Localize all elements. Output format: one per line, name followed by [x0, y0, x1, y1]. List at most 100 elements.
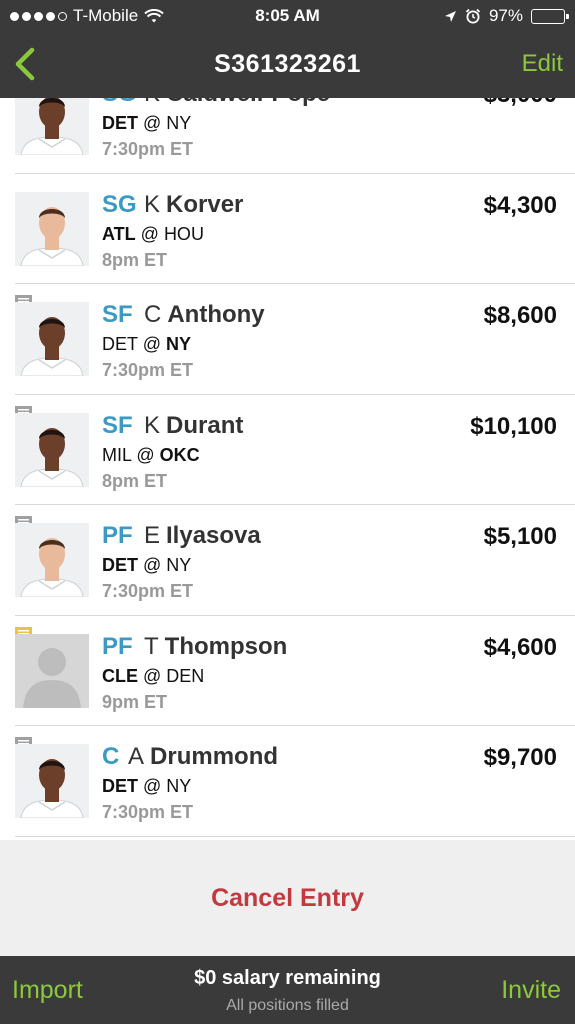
player-salary: $10,100 — [470, 412, 557, 440]
away-team: MIL — [102, 444, 132, 465]
player-name[interactable]: C Anthony — [144, 301, 265, 329]
player-last-name: Caldwell-Pope — [166, 98, 330, 107]
player-name[interactable]: A Drummond — [128, 743, 278, 771]
player-position: SF — [102, 301, 133, 328]
game-time: 8pm ET — [102, 249, 168, 270]
game-time: 9pm ET — [102, 691, 168, 712]
home-team: NY — [166, 776, 192, 796]
home-team: OKC — [159, 444, 200, 465]
player-first-initial: A — [128, 743, 145, 770]
matchup-at: @ — [138, 665, 167, 686]
player-name[interactable]: K Caldwell-Pope — [144, 98, 330, 108]
player-headshot — [15, 302, 89, 376]
battery-icon — [531, 8, 569, 24]
cancel-area: Cancel Entry — [0, 840, 575, 956]
positions-status: All positions filled — [226, 997, 349, 1014]
player-row[interactable]: SG K Korver ATL @ HOU 8pm ET $4,300 — [15, 174, 575, 284]
status-bar: T-Mobile 8:05 AM 97% — [0, 0, 575, 32]
player-salary: $4,600 — [483, 633, 557, 661]
player-matchup: ATL @ HOU — [102, 224, 204, 245]
player-headshot — [15, 523, 89, 597]
away-team: ATL — [102, 223, 136, 244]
player-first-initial: E — [144, 522, 161, 549]
player-name[interactable]: K Korver — [144, 191, 243, 219]
player-row[interactable]: PF E Ilyasova DET @ NY 7:30pm ET $5,100 — [15, 505, 575, 616]
player-position: SF — [102, 411, 133, 439]
salary-remaining: $0 salary remaining — [194, 967, 381, 989]
matchup-at: @ — [135, 223, 164, 244]
player-position: SG — [102, 98, 137, 108]
player-position: PF — [102, 632, 133, 660]
matchup-at: @ — [138, 555, 167, 575]
matchup-at: @ — [131, 444, 160, 465]
player-first-initial: K — [144, 98, 160, 107]
player-position: SG — [102, 190, 137, 218]
game-time: 7:30pm ET — [102, 802, 194, 822]
player-matchup: MIL @ OKC — [102, 445, 200, 466]
home-team: NY — [166, 555, 192, 575]
home-team: NY — [165, 334, 191, 354]
player-salary: $8,600 — [483, 302, 557, 329]
matchup-at: @ — [137, 334, 166, 354]
invite-button[interactable]: Invite — [501, 976, 561, 1005]
away-team: DET — [102, 334, 138, 354]
player-name[interactable]: E Ilyasova — [144, 522, 261, 550]
player-headshot — [15, 191, 89, 266]
player-first-initial: C — [144, 301, 162, 328]
player-salary: $4,300 — [483, 191, 557, 219]
game-time: 8pm ET — [102, 470, 168, 491]
home-team: HOU — [163, 223, 204, 244]
player-last-name: Ilyasova — [166, 522, 261, 549]
player-position: PF — [102, 522, 133, 549]
matchup-at: @ — [138, 776, 167, 796]
player-headshot — [15, 98, 89, 155]
location-arrow-icon — [444, 10, 456, 22]
bottom-bar: Import $0 salary remaining All positions… — [0, 956, 575, 1024]
player-name[interactable]: K Durant — [144, 412, 243, 440]
battery-percent: 97% — [488, 6, 523, 25]
player-salary: $3,000 — [484, 98, 557, 109]
player-headshot — [15, 744, 89, 818]
cancel-entry-button[interactable]: Cancel Entry — [0, 884, 575, 913]
player-position: C — [102, 743, 120, 770]
player-salary: $9,700 — [483, 744, 557, 771]
player-row[interactable]: C A Drummond DET @ NY 7:30pm ET $9,700 — [15, 726, 575, 837]
lineup-rows: SGKCaldwell-PopeDET @ NY7:30pm ET$3,000S… — [0, 98, 575, 837]
player-row[interactable]: SF C Anthony DET @ NY 7:30pm ET $8,600 — [15, 284, 575, 395]
player-row[interactable]: SF K Durant MIL @ OKC 8pm ET $10,100 — [15, 395, 575, 505]
alarm-icon — [465, 8, 481, 24]
player-headshot — [15, 412, 89, 487]
player-last-name: Durant — [166, 411, 244, 439]
player-last-name: Thompson — [164, 632, 288, 660]
player-name[interactable]: T Thompson — [144, 633, 287, 661]
away-team: DET — [102, 113, 138, 133]
player-matchup: DET @ NY — [102, 776, 191, 797]
game-time: 7:30pm ET — [102, 360, 194, 380]
top-bar: T-Mobile 8:05 AM 97% S361323261 Edit — [0, 0, 575, 98]
home-team: DEN — [166, 665, 205, 686]
matchup-at: @ — [138, 113, 167, 133]
player-first-initial: K — [144, 190, 161, 218]
player-salary: $5,100 — [483, 523, 557, 550]
player-first-initial: K — [144, 411, 161, 439]
edit-button[interactable]: Edit — [522, 50, 563, 78]
player-last-name: Korver — [166, 190, 244, 218]
player-matchup: DET @ NY — [102, 113, 191, 134]
away-team: DET — [102, 555, 138, 575]
player-placeholder-avatar — [15, 633, 89, 708]
player-row[interactable]: SG K Caldwell-Pope DET @ NY 7:30pm ET $3,000 — [15, 98, 575, 174]
lineup-list[interactable]: SGKCaldwell-PopeDET @ NY7:30pm ET$3,000S… — [0, 98, 575, 840]
player-last-name: Drummond — [150, 743, 279, 770]
game-time: 7:30pm ET — [102, 139, 194, 159]
entry-id-title: S361323261 — [214, 50, 361, 78]
away-team: DET — [102, 776, 138, 796]
nav-bar: S361323261 Edit — [0, 32, 575, 98]
home-team: NY — [166, 113, 192, 133]
player-matchup: DET @ NY — [102, 334, 191, 355]
game-time: 7:30pm ET — [102, 581, 194, 601]
away-team: CLE — [102, 665, 138, 686]
player-row[interactable]: PF T Thompson CLE @ DEN 9pm ET $4,600 — [15, 616, 575, 726]
player-first-initial: T — [144, 632, 159, 660]
player-last-name: Anthony — [167, 301, 265, 328]
player-matchup: CLE @ DEN — [102, 666, 204, 687]
